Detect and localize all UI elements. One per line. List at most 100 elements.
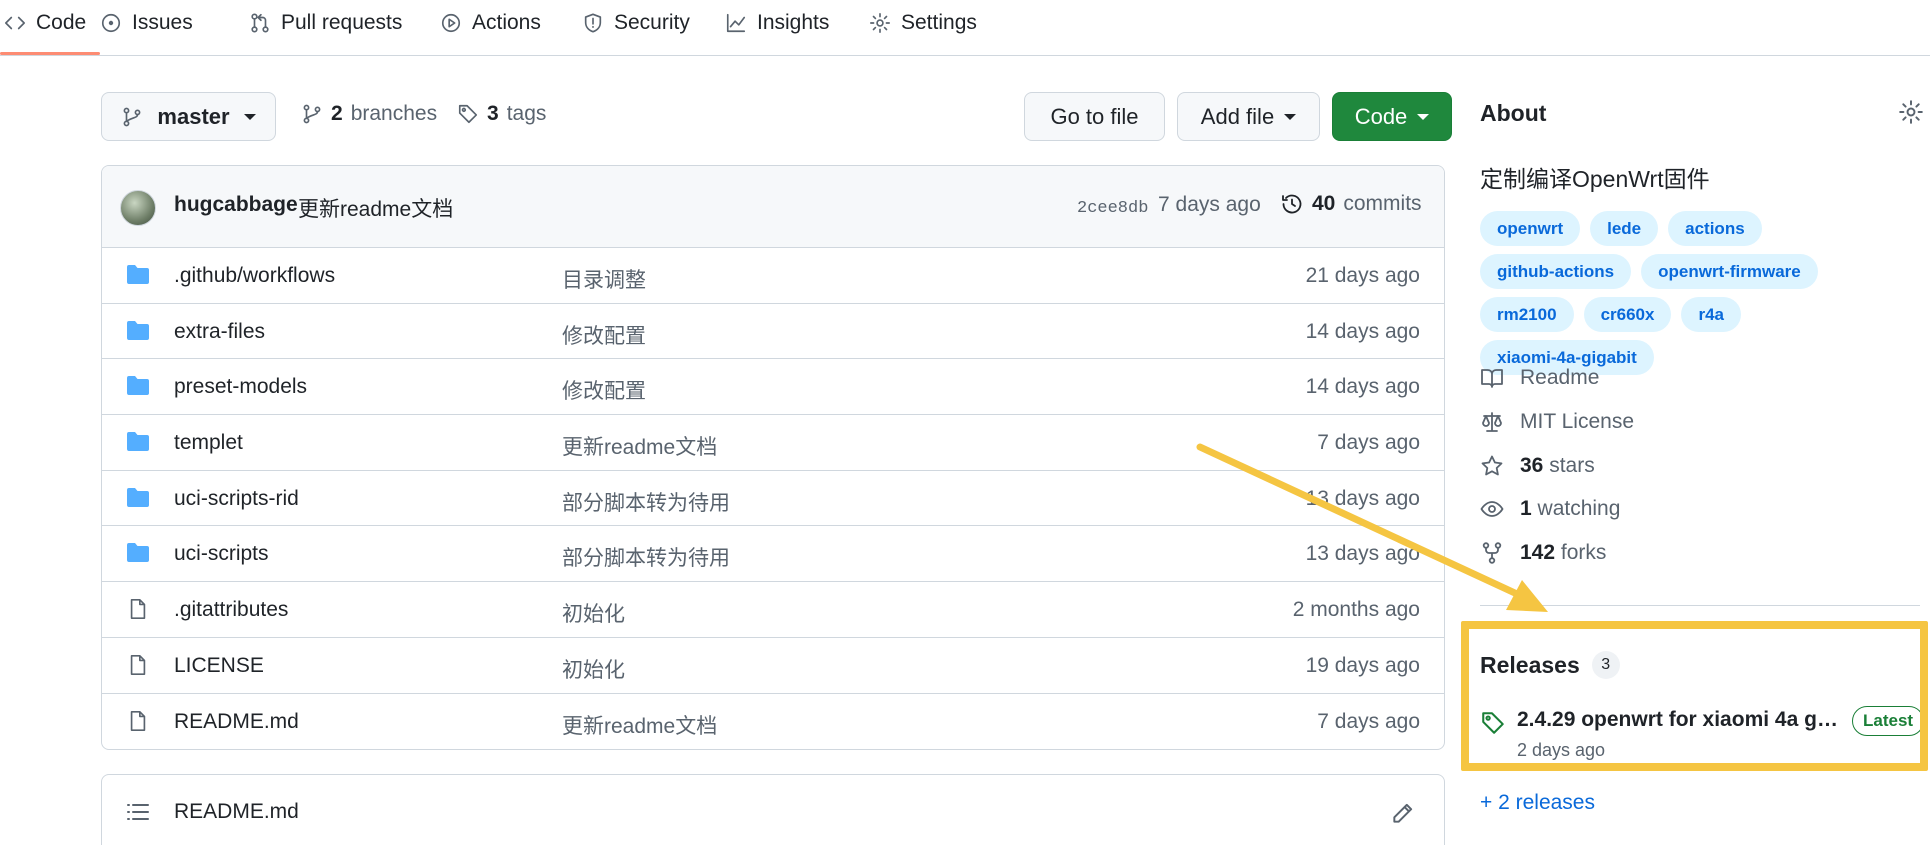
list-icon[interactable]: [126, 801, 150, 823]
play-icon: [440, 12, 462, 34]
topic-tag[interactable]: lede: [1590, 211, 1659, 246]
chevron-down-icon: [1284, 113, 1297, 120]
branches-link[interactable]: 2 branches: [301, 102, 437, 126]
file-name[interactable]: extra-files: [174, 320, 265, 344]
tab-issues[interactable]: Issues: [100, 0, 193, 46]
forks-link[interactable]: 142 forks: [1480, 541, 1606, 565]
file-commit-message[interactable]: 修改配置: [562, 375, 646, 405]
tab-settings-label: Settings: [901, 11, 977, 34]
folder-icon: [126, 264, 150, 286]
tab-pull-requests-label: Pull requests: [281, 11, 403, 34]
readme-title: README.md: [174, 800, 299, 823]
folder-icon: [126, 375, 150, 397]
commit-sha[interactable]: 2cee8db: [1077, 199, 1148, 218]
file-row[interactable]: LICENSE 初始化 19 days ago: [102, 638, 1444, 694]
file-row[interactable]: extra-files 修改配置 14 days ago: [102, 304, 1444, 360]
sidebar-divider: [1480, 605, 1920, 606]
license-link[interactable]: MIT License: [1480, 410, 1634, 434]
code-button[interactable]: Code: [1332, 92, 1452, 141]
file-icon: [126, 598, 150, 620]
history-icon: [1280, 192, 1304, 216]
tab-security-label: Security: [614, 11, 690, 34]
graph-icon: [725, 12, 747, 34]
topic-tag[interactable]: rm2100: [1480, 297, 1574, 332]
topic-tag[interactable]: openwrt: [1480, 211, 1581, 246]
file-commit-message[interactable]: 目录调整: [562, 264, 646, 294]
branch-select-button[interactable]: master: [101, 92, 276, 141]
file-row[interactable]: templet 更新readme文档 7 days ago: [102, 415, 1444, 471]
file-name[interactable]: README.md: [174, 710, 299, 734]
topic-tag[interactable]: actions: [1668, 211, 1762, 246]
pull-request-icon: [249, 12, 271, 34]
gear-icon: [869, 12, 891, 34]
license-label: MIT License: [1520, 410, 1634, 433]
add-file-label: Add file: [1200, 103, 1275, 129]
avatar[interactable]: [120, 190, 156, 226]
tab-actions[interactable]: Actions: [440, 0, 541, 46]
tag-icon: [457, 103, 479, 125]
branch-name: master: [157, 103, 230, 129]
file-age: 14 days ago: [1305, 319, 1420, 343]
chevron-down-icon: [243, 113, 256, 120]
watching-count: 1: [1520, 497, 1532, 520]
file-name[interactable]: uci-scripts-rid: [174, 487, 299, 511]
topic-tag[interactable]: cr660x: [1583, 297, 1672, 332]
file-commit-message[interactable]: 修改配置: [562, 320, 646, 350]
tab-code-label: Code: [36, 11, 87, 34]
topic-tag[interactable]: r4a: [1681, 297, 1741, 332]
readme-link[interactable]: Readme: [1480, 366, 1599, 390]
file-row[interactable]: .gitattributes 初始化 2 months ago: [102, 582, 1444, 638]
gear-icon[interactable]: [1898, 99, 1924, 125]
code-button-label: Code: [1354, 103, 1408, 129]
file-commit-message[interactable]: 初始化: [562, 598, 625, 628]
commits-link[interactable]: 40 commits: [1280, 192, 1422, 216]
file-age: 7 days ago: [1317, 431, 1420, 455]
file-commit-message[interactable]: 初始化: [562, 654, 625, 684]
file-age: 21 days ago: [1305, 264, 1420, 287]
repo-nav: Code Issues Pull requests Actions Securi…: [0, 0, 1930, 56]
active-tab-underline: [0, 52, 100, 55]
file-row[interactable]: .github/workflows 目录调整 21 days ago: [102, 248, 1444, 304]
file-age: 14 days ago: [1305, 375, 1420, 399]
topic-tag[interactable]: openwrt-firmware: [1641, 254, 1818, 289]
pencil-icon[interactable]: [1390, 800, 1416, 826]
file-commit-message[interactable]: 部分脚本转为待用: [562, 542, 730, 572]
tab-issues-label: Issues: [132, 11, 193, 34]
stars-count: 36: [1520, 454, 1544, 477]
forks-count: 142: [1520, 541, 1556, 564]
file-name[interactable]: uci-scripts: [174, 542, 269, 566]
file-commit-message[interactable]: 更新readme文档: [562, 710, 717, 740]
add-file-button[interactable]: Add file: [1177, 92, 1320, 141]
file-age: 13 days ago: [1305, 542, 1420, 566]
tab-security[interactable]: Security: [582, 0, 690, 46]
tab-insights-label: Insights: [757, 11, 830, 34]
file-name[interactable]: preset-models: [174, 375, 307, 399]
file-row[interactable]: uci-scripts 部分脚本转为待用 13 days ago: [102, 526, 1444, 583]
topic-tag[interactable]: github-actions: [1480, 254, 1632, 289]
file-row[interactable]: uci-scripts-rid 部分脚本转为待用 13 days ago: [102, 471, 1444, 527]
file-row[interactable]: README.md 更新readme文档 7 days ago: [102, 694, 1444, 750]
highlight-box: [1461, 621, 1928, 771]
file-commit-message[interactable]: 部分脚本转为待用: [562, 487, 730, 517]
repo-description: 定制编译OpenWrt固件: [1480, 166, 1710, 192]
file-name[interactable]: templet: [174, 431, 243, 455]
go-to-file-button[interactable]: Go to file: [1024, 92, 1165, 141]
tags-link[interactable]: 3 tags: [457, 102, 546, 126]
branches-count: 2: [331, 102, 343, 125]
watching-link[interactable]: 1 watching: [1480, 497, 1620, 521]
commit-message[interactable]: 更新readme文档: [298, 193, 453, 223]
more-releases-link[interactable]: + 2 releases: [1480, 791, 1595, 815]
go-to-file-label: Go to file: [1050, 103, 1139, 129]
file-commit-message[interactable]: 更新readme文档: [562, 431, 717, 461]
file-name[interactable]: LICENSE: [174, 654, 264, 678]
tab-insights[interactable]: Insights: [725, 0, 829, 46]
stars-link[interactable]: 36 stars: [1480, 454, 1595, 478]
tab-code[interactable]: Code: [4, 0, 86, 46]
file-name[interactable]: .gitattributes: [174, 598, 288, 622]
file-row[interactable]: preset-models 修改配置 14 days ago: [102, 359, 1444, 416]
tab-pull-requests[interactable]: Pull requests: [249, 0, 402, 46]
tab-settings[interactable]: Settings: [869, 0, 977, 46]
file-name[interactable]: .github/workflows: [174, 264, 335, 288]
branches-label: branches: [350, 102, 438, 125]
commit-author[interactable]: hugcabbage: [174, 193, 298, 217]
